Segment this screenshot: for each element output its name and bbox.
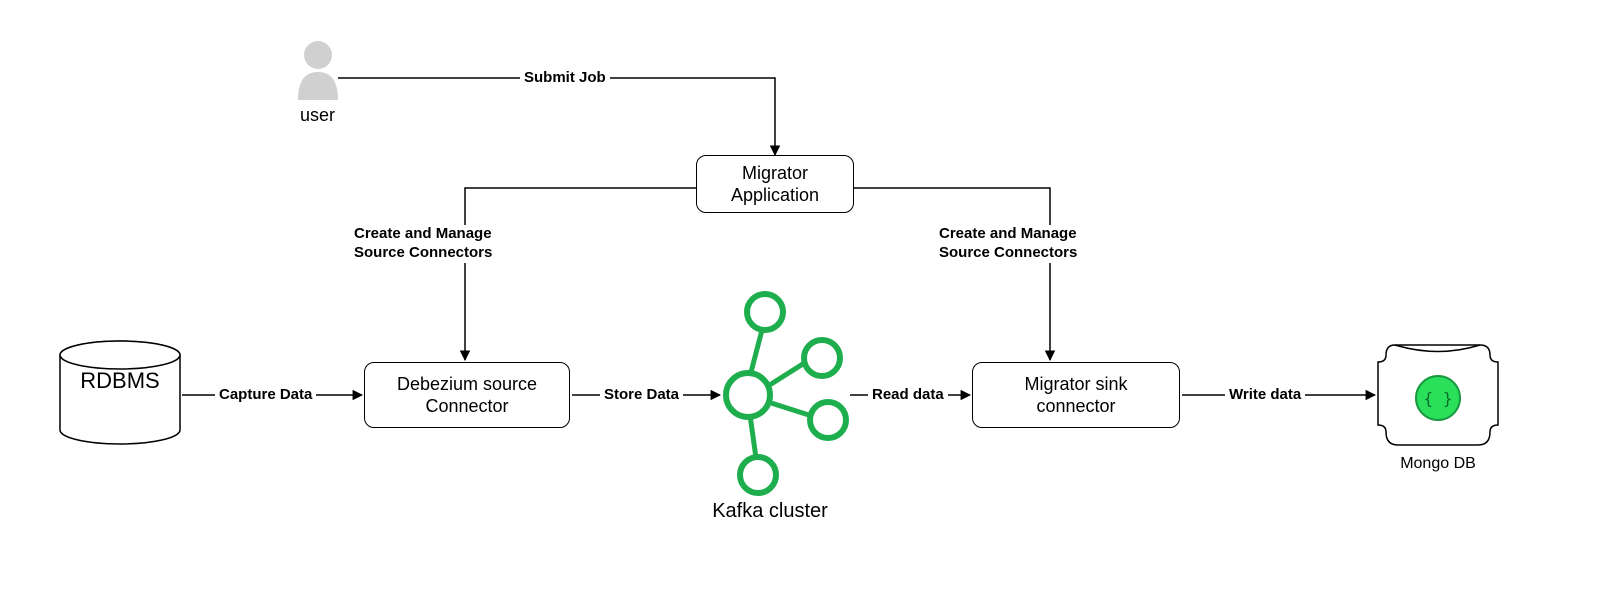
write-data-edge-label: Write data — [1225, 386, 1305, 405]
rdbms-node-label: RDBMS — [55, 368, 185, 394]
mongodb-node-label: Mongo DB — [1388, 455, 1488, 473]
submit-job-edge-label: Submit Job — [520, 69, 610, 88]
read-data-edge-label: Read data — [868, 386, 948, 405]
manage-source-right-edge-label: Create and Manage Source Connectors — [935, 225, 1103, 263]
migrator-application-node: Migrator Application — [696, 155, 854, 213]
debezium-source-connector-label: Debezium source Connector — [397, 373, 537, 418]
store-data-edge-label: Store Data — [600, 386, 683, 405]
kafka-cluster-node-label: Kafka cluster — [680, 500, 860, 523]
migrator-sink-connector-node: Migrator sink connector — [972, 362, 1180, 428]
manage-source-left-edge-label: Create and Manage Source Connectors — [350, 225, 518, 263]
migrator-sink-connector-label: Migrator sink connector — [1024, 373, 1127, 418]
capture-data-edge-label: Capture Data — [215, 386, 316, 405]
diagram-canvas: { } Migrator Application Debezium source… — [0, 0, 1600, 603]
user-node-label: user — [300, 105, 335, 126]
debezium-source-connector-node: Debezium source Connector — [364, 362, 570, 428]
mongodb-document-icon: { } — [1378, 345, 1498, 445]
svg-text:{ }: { } — [1424, 389, 1453, 408]
kafka-cluster-icon — [726, 294, 846, 493]
user-icon — [298, 41, 338, 100]
migrator-application-label: Migrator Application — [731, 162, 819, 207]
